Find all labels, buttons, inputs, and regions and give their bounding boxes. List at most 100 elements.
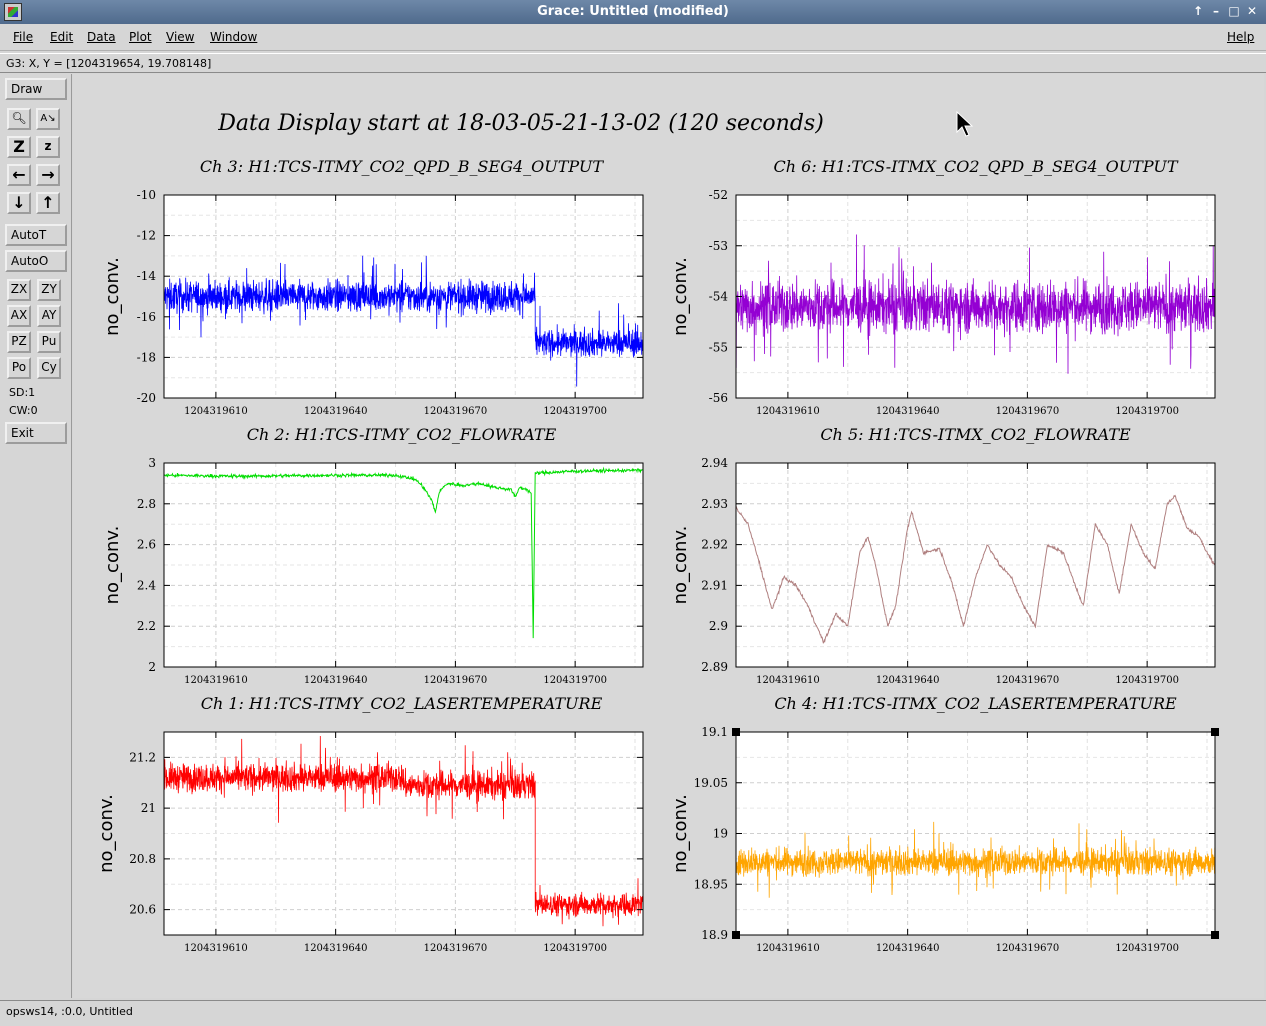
- chart-6-xtick-label: 1204319640: [876, 943, 940, 954]
- zy-button[interactable]: ZY: [37, 279, 61, 301]
- chart-2-ytick-label: -54: [709, 290, 729, 304]
- chart-4-ytick-label: 2.93: [701, 497, 728, 511]
- po-button[interactable]: Po: [7, 357, 31, 379]
- chart-3-ytick-label: 2.4: [137, 578, 156, 592]
- chart-1-ylabel: no_conv.: [102, 257, 123, 336]
- chart-4-ytick-label: 2.9: [709, 619, 728, 633]
- ay-button[interactable]: AY: [37, 305, 61, 327]
- chart-4-ylabel: no_conv.: [670, 526, 691, 605]
- chart-6-ytick-label: 19.05: [694, 776, 728, 790]
- menu-edit[interactable]: Edit: [50, 30, 73, 44]
- minimize-icon[interactable]: –: [1208, 3, 1224, 19]
- selection-handle: [732, 931, 740, 939]
- chart-2-ylabel: no_conv.: [670, 257, 691, 336]
- menu-plot[interactable]: Plot: [129, 30, 152, 44]
- current-world-label: CW:0: [9, 404, 38, 417]
- chart-1-xtick-label: 1204319640: [304, 406, 368, 417]
- left-toolbar: Draw 🔍︎ A↘ Z z ← → ↓ ↑ AutoT AutoO ZX ZY…: [0, 74, 72, 998]
- chart-5-xtick-label: 1204319640: [304, 943, 368, 954]
- chart-5-ytick-label: 21: [141, 801, 156, 815]
- chart-3-ytick-label: 2.6: [137, 538, 156, 552]
- chart-3-title: Ch 2: H1:TCS-ITMY_CO2_FLOWRATE: [247, 425, 557, 444]
- zx-button[interactable]: ZX: [7, 279, 31, 301]
- chart-1-xtick-label: 1204319610: [184, 406, 248, 417]
- arrow-right-icon[interactable]: →: [36, 164, 60, 186]
- menu-help[interactable]: Help: [1227, 30, 1254, 44]
- mouse-cursor-icon: [956, 110, 974, 137]
- set-depth-label: SD:1: [9, 386, 36, 399]
- plot-area[interactable]: Data Display start at 18-03-05-21-13-02 …: [73, 74, 1264, 998]
- plot-canvas[interactable]: Data Display start at 18-03-05-21-13-02 …: [73, 74, 1264, 998]
- chart-5-ytick-label: 20.6: [129, 903, 156, 917]
- chart-4-title: Ch 5: H1:TCS-ITMX_CO2_FLOWRATE: [820, 425, 1131, 444]
- selection-handle: [1211, 931, 1219, 939]
- chart-6-xtick-label: 1204319700: [1115, 943, 1179, 954]
- chart-2-ytick-label: -52: [709, 188, 728, 202]
- chart-5-ytick-label: 21.2: [129, 750, 156, 764]
- cy-button[interactable]: Cy: [37, 357, 61, 379]
- autot-button[interactable]: AutoT: [5, 224, 67, 246]
- menu-view[interactable]: View: [166, 30, 194, 44]
- draw-button[interactable]: Draw: [5, 78, 67, 100]
- maximize-icon[interactable]: □: [1226, 3, 1242, 19]
- chart-2-ytick-label: -55: [709, 340, 728, 354]
- status-bar: opsws14, :0.0, Untitled: [0, 1000, 1266, 1022]
- pu-button[interactable]: Pu: [37, 331, 61, 353]
- chart-6-ytick-label: 18.95: [694, 877, 728, 891]
- chart-5-ytick-label: 20.8: [129, 852, 156, 866]
- chart-2-xtick-label: 1204319700: [1115, 406, 1179, 417]
- chart-6-xtick-label: 1204319610: [756, 943, 820, 954]
- chart-6-xtick-label: 1204319670: [996, 943, 1060, 954]
- chart-5-ylabel: no_conv.: [96, 794, 117, 873]
- text-icon[interactable]: A↘: [36, 108, 60, 130]
- chart-3-xtick-label: 1204319610: [184, 675, 248, 686]
- chart-4-xtick-label: 1204319610: [756, 675, 820, 686]
- arrow-left-icon[interactable]: ←: [7, 164, 31, 186]
- exit-button[interactable]: Exit: [5, 422, 67, 444]
- main-title: Data Display start at 18-03-05-21-13-02 …: [217, 111, 824, 136]
- menu-data[interactable]: Data: [87, 30, 116, 44]
- raise-icon[interactable]: ↑: [1190, 3, 1206, 19]
- chart-3-xtick-label: 1204319670: [424, 675, 488, 686]
- chart-2-xtick-label: 1204319670: [996, 406, 1060, 417]
- chart-4-xtick-label: 1204319700: [1115, 675, 1179, 686]
- chart-5-title: Ch 1: H1:TCS-ITMY_CO2_LASERTEMPERATURE: [201, 694, 603, 713]
- ax-button[interactable]: AX: [7, 305, 31, 327]
- chart-1-ytick-label: -20: [137, 391, 156, 405]
- chart-1-xtick-label: 1204319700: [543, 406, 607, 417]
- menu-file[interactable]: File: [13, 30, 33, 44]
- locator-readout: G3: X, Y = [1204319654, 19.708148]: [0, 53, 1266, 73]
- pz-button[interactable]: PZ: [7, 331, 31, 353]
- selection-handle: [732, 728, 740, 736]
- window-title: Grace: Untitled (modified): [537, 4, 729, 19]
- chart-3-ytick-label: 2.2: [137, 619, 156, 633]
- chart-4-xtick-label: 1204319670: [996, 675, 1060, 686]
- chart-1-ytick-label: -12: [137, 229, 156, 243]
- zoom-in-icon[interactable]: Z: [7, 136, 31, 158]
- arrow-up-icon[interactable]: ↑: [36, 192, 60, 214]
- close-icon[interactable]: ✕: [1244, 3, 1260, 19]
- chart-2-ytick-label: -53: [709, 239, 728, 253]
- chart-1-ytick-label: -18: [137, 350, 156, 364]
- chart-4-ytick-label: 2.92: [701, 538, 728, 552]
- autoo-button[interactable]: AutoO: [5, 250, 67, 272]
- chart-4-ytick-label: 2.89: [701, 660, 728, 674]
- arrow-down-icon[interactable]: ↓: [7, 192, 31, 214]
- zoom-out-icon[interactable]: z: [36, 136, 60, 158]
- selection-handle: [1211, 728, 1219, 736]
- zoom-icon[interactable]: 🔍︎: [7, 108, 31, 130]
- chart-6-title: Ch 4: H1:TCS-ITMX_CO2_LASERTEMPERATURE: [774, 694, 1177, 713]
- chart-1-ytick-label: -14: [137, 269, 157, 283]
- chart-6-ytick-label: 18.9: [701, 928, 728, 942]
- chart-2-ytick-label: -56: [709, 391, 728, 405]
- menu-window[interactable]: Window: [210, 30, 257, 44]
- chart-4-xtick-label: 1204319640: [876, 675, 940, 686]
- chart-1-xtick-label: 1204319670: [424, 406, 488, 417]
- chart-6-ylabel: no_conv.: [670, 794, 691, 873]
- chart-1-ytick-label: -16: [137, 310, 156, 324]
- chart-3-ytick-label: 2.8: [137, 497, 156, 511]
- chart-4-ytick-label: 2.94: [701, 456, 728, 470]
- chart-1-ytick-label: -10: [137, 188, 156, 202]
- chart-5-xtick-label: 1204319610: [184, 943, 248, 954]
- chart-2-title: Ch 6: H1:TCS-ITMX_CO2_QPD_B_SEG4_OUTPUT: [774, 157, 1179, 176]
